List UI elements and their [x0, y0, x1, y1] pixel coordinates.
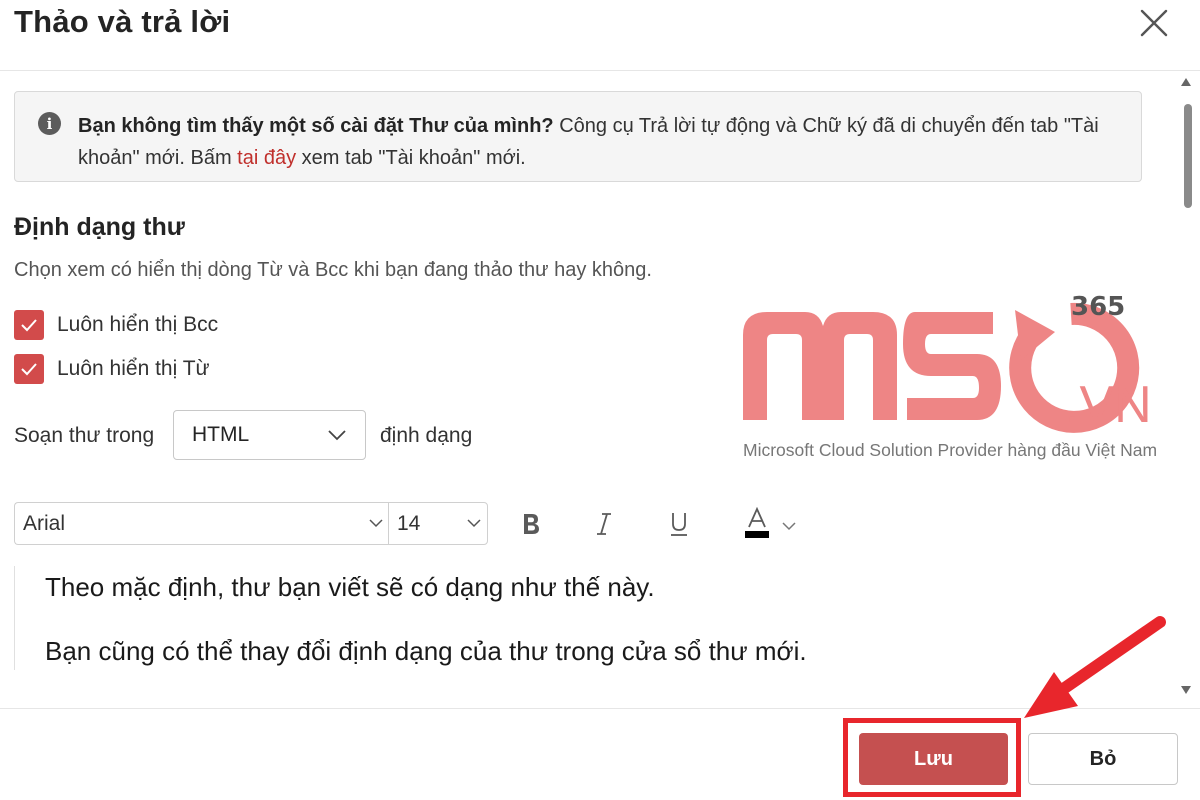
compose-format-suffix: định dạng — [380, 424, 473, 447]
annotation-arrow-icon — [1024, 616, 1166, 718]
font-size-value: 14 — [397, 511, 421, 535]
info-icon: i — [38, 112, 61, 135]
header-divider — [0, 70, 1200, 71]
checkbox-bcc-box[interactable] — [14, 310, 44, 340]
preview-line-2: Bạn cũng có thể thay đổi định dạng của t… — [45, 636, 807, 666]
triangle-down-icon — [1181, 686, 1191, 694]
chevron-down-icon — [467, 519, 481, 528]
watermark-domain: .VN — [1065, 376, 1152, 434]
font-size-select[interactable]: 14 — [388, 502, 488, 545]
bold-icon — [524, 514, 539, 534]
bold-button[interactable] — [513, 506, 549, 542]
chevron-down-icon — [328, 430, 346, 441]
checkbox-always-show-from[interactable]: Luôn hiển thị Từ — [14, 354, 210, 384]
watermark-superscript: 365 — [1071, 292, 1125, 322]
info-banner-text-2: xem tab "Tài khoản" mới. — [296, 147, 526, 169]
message-preview-editor[interactable]: Theo mặc định, thư bạn viết sẽ có dạng n… — [14, 566, 1154, 670]
close-icon — [1140, 9, 1168, 37]
section-description: Chọn xem có hiển thị dòng Từ và Bcc khi … — [14, 259, 652, 281]
watermark-tagline: Microsoft Cloud Solution Provider hàng đ… — [743, 440, 1157, 460]
underline-icon — [671, 513, 687, 536]
scrollbar-thumb[interactable] — [1184, 104, 1192, 208]
accounts-tab-link[interactable]: tại đây — [237, 147, 296, 169]
font-color-button[interactable] — [740, 506, 802, 542]
italic-icon — [597, 513, 611, 535]
dialog-title: Thảo và trả lời — [14, 4, 231, 39]
checkbox-from-box[interactable] — [14, 354, 44, 384]
section-title: Định dạng thư — [14, 213, 185, 241]
info-banner-bold: Bạn không tìm thấy một số cài đặt Thư củ… — [78, 115, 554, 137]
font-color-icon — [745, 507, 796, 538]
mso-letters — [743, 312, 1001, 420]
save-button[interactable]: Lưu — [859, 733, 1008, 785]
italic-button[interactable] — [586, 506, 622, 542]
preview-line-1: Theo mặc định, thư bạn viết sẽ có dạng n… — [45, 572, 655, 602]
compose-format-prefix: Soạn thư trong — [14, 424, 155, 447]
discard-button[interactable]: Bỏ — [1028, 733, 1178, 785]
scroll-up-arrow[interactable] — [1180, 76, 1192, 88]
checkmark-icon — [21, 363, 37, 376]
checkbox-label-bcc: Luôn hiển thị Bcc — [57, 313, 219, 336]
close-button[interactable] — [1133, 2, 1175, 44]
font-family-value: Arial — [23, 511, 66, 535]
font-family-select[interactable]: Arial — [14, 502, 389, 545]
chevron-down-icon — [369, 519, 383, 528]
scroll-down-arrow[interactable] — [1180, 684, 1192, 696]
compose-format-dropdown[interactable]: HTML — [173, 410, 366, 460]
checkmark-icon — [21, 319, 37, 332]
checkbox-label-from: Luôn hiển thị Từ — [57, 357, 210, 380]
triangle-up-icon — [1181, 78, 1191, 86]
info-banner-text: Bạn không tìm thấy một số cài đặt Thư củ… — [78, 110, 1138, 174]
mso-watermark-logo: 365 .VN Microsoft Cloud Solution Provide… — [743, 292, 1157, 460]
compose-format-value: HTML — [192, 423, 250, 446]
underline-button[interactable] — [661, 506, 697, 542]
checkbox-always-show-bcc[interactable]: Luôn hiển thị Bcc — [14, 310, 218, 340]
